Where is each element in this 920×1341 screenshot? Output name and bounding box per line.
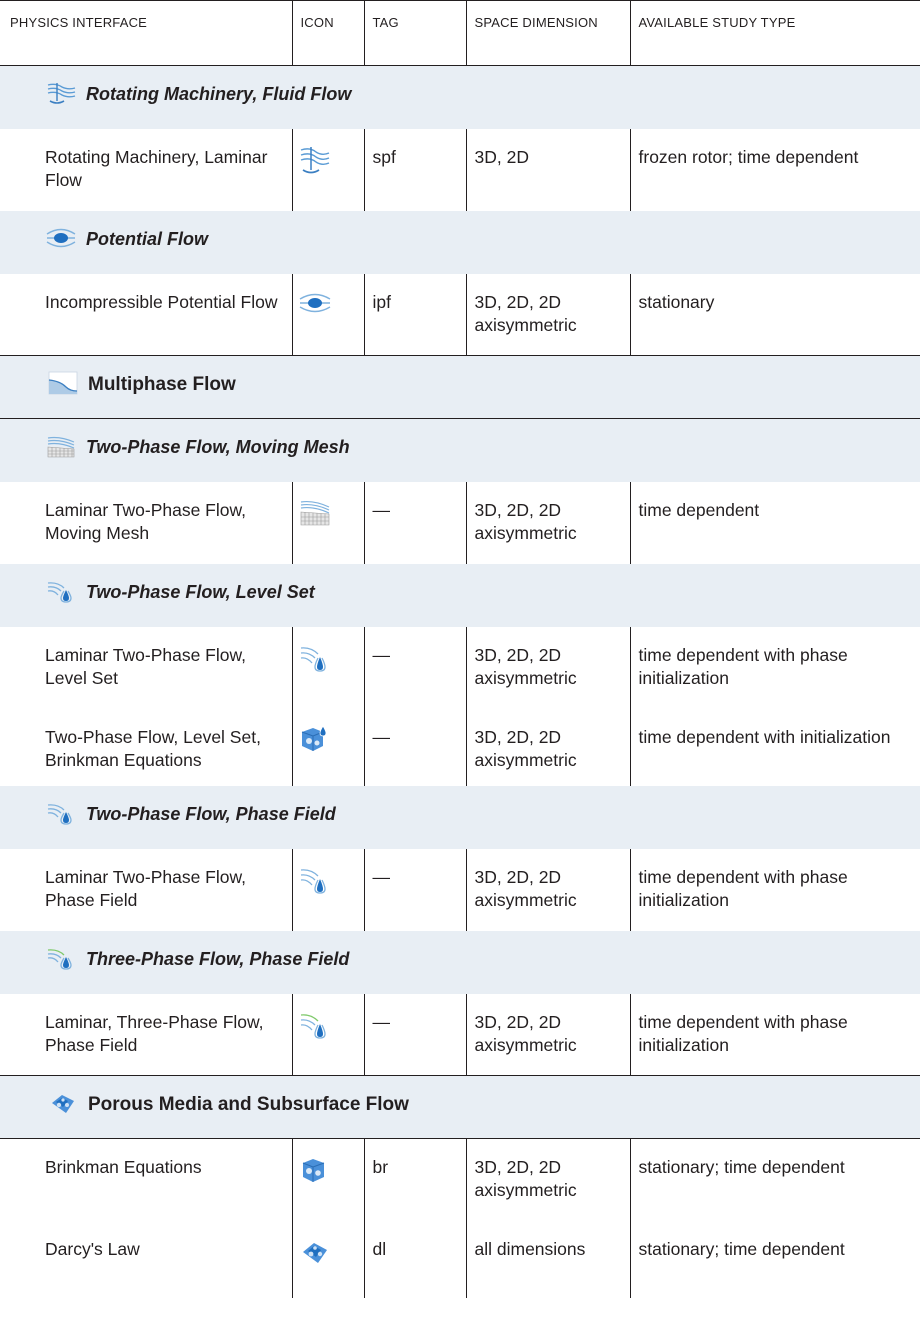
phase-field-icon [47,803,72,825]
header-physics-interface: PHYSICS INTERFACE [0,0,292,66]
brinkman-icon [302,1159,324,1182]
physics-interface-name: Laminar, Three-Phase Flow, Phase Field [0,993,292,1076]
section-header-three-phase-flow: Three-Phase Flow, Phase Field [0,930,920,994]
table-row: Laminar Two-Phase Flow, Phase Field — 3D… [0,848,920,931]
porous-media-icon [52,1095,74,1113]
study-type-cell: stationary; time dependent [629,1138,920,1221]
section-header-potential-flow: Potential Flow [0,210,920,274]
space-dimension-cell: 3D, 2D, 2D axisymmetric [465,626,630,709]
tag-cell: ipf [363,273,466,356]
study-type-cell: stationary; time dependent [629,1220,920,1298]
space-dimension-cell: 3D, 2D, 2D axisymmetric [465,481,630,564]
rotating-machinery-icon [47,83,76,104]
space-dimension-cell: all dimensions [465,1220,630,1298]
physics-interface-name: Two-Phase Flow, Level Set, Brinkman Equa… [0,708,292,786]
tag-cell: — [363,481,466,564]
study-type-cell: time dependent with phase initialization [629,626,920,709]
level-set-icon [47,581,72,603]
section-title: Potential Flow [86,228,209,249]
header-icon: ICON [291,0,364,66]
section-title: Porous Media and Subsurface Flow [88,1094,409,1115]
tag-cell: dl [363,1220,466,1298]
section-title: Rotating Machinery, Fluid Flow [86,84,352,104]
rotating-machinery-icon [300,146,329,173]
potential-flow-icon [299,293,330,312]
section-title: Two-Phase Flow, Phase Field [86,803,336,824]
table-row: Laminar Two-Phase Flow, Level Set — 3D, … [0,626,920,709]
study-type-cell: frozen rotor; time dependent [629,128,920,211]
physics-interface-name: Darcy's Law [0,1220,292,1298]
tag-cell: — [363,848,466,931]
study-type-cell: time dependent with initialization [629,708,920,786]
table-row: Laminar, Three-Phase Flow, Phase Field —… [0,993,920,1076]
moving-mesh-icon [300,500,329,525]
moving-mesh-icon [47,436,75,458]
space-dimension-cell: 3D, 2D [465,128,630,211]
space-dimension-cell: 3D, 2D, 2D axisymmetric [465,848,630,931]
darcy-law-icon [302,1242,327,1263]
section-header-level-set: Two-Phase Flow, Level Set [0,563,920,627]
physics-interface-name: Laminar Two-Phase Flow, Phase Field [0,848,292,931]
table-row: Darcy's Law dl all dimensions stationary… [0,1220,920,1298]
tag-cell: spf [363,128,466,211]
tag-cell: br [363,1138,466,1221]
section-header-moving-mesh: Two-Phase Flow, Moving Mesh [0,418,920,482]
section-title: Two-Phase Flow, Level Set [86,581,315,602]
potential-flow-icon [46,228,76,247]
multiphase-flow-icon [48,371,78,395]
header-study-type: AVAILABLE STUDY TYPE [629,0,920,66]
level-set-brinkman-icon [301,724,326,751]
space-dimension-cell: 3D, 2D, 2D axisymmetric [465,273,630,356]
table-row: Rotating Machinery, Laminar Flow spf 3D,… [0,128,920,211]
physics-interface-name: Incompressible Potential Flow [0,273,292,356]
physics-interface-name: Brinkman Equations [0,1138,292,1221]
section-title: Three-Phase Flow, Phase Field [86,948,350,969]
level-set-icon [300,646,326,672]
section-title: Multiphase Flow [88,374,236,395]
section-header-multiphase-flow: Multiphase Flow [0,355,920,419]
three-phase-flow-icon [47,948,72,970]
space-dimension-cell: 3D, 2D, 2D axisymmetric [465,993,630,1076]
physics-interface-name: Rotating Machinery, Laminar Flow [0,128,292,211]
phase-field-icon [300,868,326,894]
header-space-dimension: SPACE DIMENSION [465,0,630,66]
section-header-phase-field: Two-Phase Flow, Phase Field [0,785,920,849]
table-header-row: PHYSICS INTERFACE ICON TAG SPACE DIMENSI… [0,0,920,66]
tag-cell: — [363,708,466,786]
section-title: Two-Phase Flow, Moving Mesh [86,437,350,457]
section-header-rotating-machinery: Rotating Machinery, Fluid Flow [0,65,920,129]
table-row: Laminar Two-Phase Flow, Moving Mesh — 3D… [0,481,920,564]
physics-interface-table: PHYSICS INTERFACE ICON TAG SPACE DIMENSI… [0,0,920,1298]
table-row: Brinkman Equations br 3D, 2D, 2D axisymm… [0,1138,920,1221]
section-header-porous-media: Porous Media and Subsurface Flow [0,1075,920,1139]
space-dimension-cell: 3D, 2D, 2D axisymmetric [465,1138,630,1221]
physics-interface-name: Laminar Two-Phase Flow, Moving Mesh [0,481,292,564]
physics-interface-name: Laminar Two-Phase Flow, Level Set [0,626,292,709]
space-dimension-cell: 3D, 2D, 2D axisymmetric [465,708,630,786]
study-type-cell: time dependent with phase initialization [629,993,920,1076]
study-type-cell: stationary [629,273,920,356]
table-row: Incompressible Potential Flow ipf 3D, 2D… [0,273,920,356]
tag-cell: — [363,993,466,1076]
header-tag: TAG [363,0,466,66]
tag-cell: — [363,626,466,709]
study-type-cell: time dependent [629,481,920,564]
table-row: Two-Phase Flow, Level Set, Brinkman Equa… [0,708,920,786]
three-phase-flow-icon [300,1013,326,1039]
study-type-cell: time dependent with phase initialization [629,848,920,931]
